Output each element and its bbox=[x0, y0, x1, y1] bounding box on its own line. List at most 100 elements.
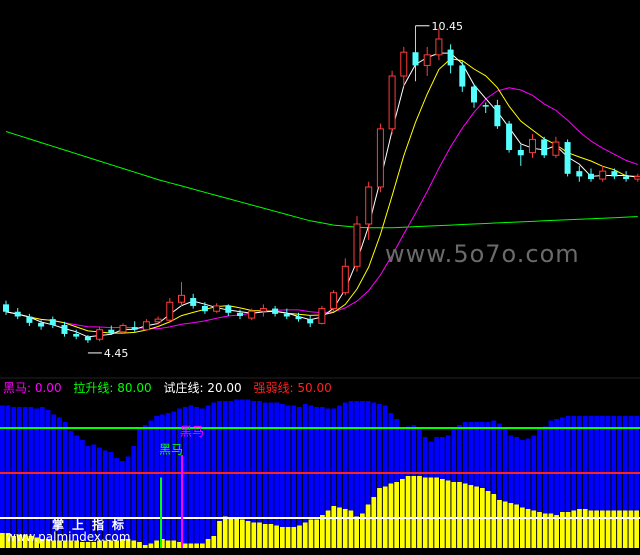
ma-line-yellow bbox=[5, 58, 638, 334]
candle-body bbox=[213, 305, 221, 312]
yellow-bar bbox=[148, 543, 154, 548]
yellow-bar bbox=[422, 477, 428, 548]
yellow-bar bbox=[594, 510, 599, 548]
yellow-bar bbox=[628, 510, 634, 548]
candle-body bbox=[166, 301, 174, 321]
yellow-bar bbox=[554, 515, 559, 548]
yellow-bar bbox=[514, 504, 519, 548]
candle-body bbox=[564, 142, 571, 174]
candle-body bbox=[447, 49, 454, 66]
ma-line-magenta bbox=[5, 87, 638, 330]
yellow-bar bbox=[531, 510, 537, 548]
candle-body bbox=[237, 312, 243, 316]
candle-body bbox=[576, 171, 583, 177]
yellow-bar bbox=[262, 524, 268, 548]
candle-body bbox=[259, 308, 267, 312]
yellow-bar bbox=[365, 504, 371, 548]
candle-body bbox=[154, 318, 162, 323]
palm-url-label: www.palmindex.com bbox=[6, 530, 131, 544]
yellow-bar bbox=[440, 479, 445, 548]
yellow-bar bbox=[274, 525, 279, 548]
candle-body bbox=[611, 171, 618, 177]
blue-bar bbox=[45, 410, 51, 548]
yellow-bar bbox=[354, 516, 359, 548]
candle-body bbox=[49, 319, 56, 325]
legend-heima: 黑马: 0.00 bbox=[3, 381, 62, 395]
candle-body bbox=[435, 38, 443, 56]
yellow-bar bbox=[508, 503, 514, 548]
yellow-bar bbox=[142, 545, 148, 548]
signal-label-magenta: 黑马 bbox=[180, 425, 204, 439]
candle-body bbox=[388, 75, 396, 130]
blue-bar bbox=[211, 402, 217, 548]
candle-body bbox=[14, 311, 21, 317]
candle-body bbox=[341, 265, 349, 294]
legend-shizhuang: 试庄线: 20.00 bbox=[163, 381, 242, 395]
high-price-label: 10.45 bbox=[432, 20, 464, 33]
yellow-bar bbox=[171, 540, 177, 548]
yellow-bar bbox=[600, 510, 605, 548]
yellow-bar bbox=[245, 521, 251, 548]
candle-body bbox=[61, 324, 68, 334]
watermark-text: www.5o7o.com bbox=[385, 240, 580, 268]
yellow-bar bbox=[445, 480, 451, 548]
candle-body bbox=[272, 308, 279, 314]
candle-body bbox=[599, 170, 607, 180]
blue-bar bbox=[171, 411, 177, 548]
candle-body bbox=[307, 319, 314, 324]
yellow-bar bbox=[194, 543, 199, 548]
candle-body bbox=[248, 310, 256, 319]
low-price-label: 4.45 bbox=[104, 347, 128, 360]
candle-body bbox=[295, 316, 302, 320]
yellow-bar bbox=[217, 521, 222, 548]
candle-body bbox=[552, 141, 560, 156]
blue-bar bbox=[0, 405, 5, 548]
yellow-bar bbox=[485, 491, 491, 548]
candle-body bbox=[178, 294, 185, 303]
yellow-bar bbox=[622, 510, 628, 548]
candle-body bbox=[142, 321, 150, 331]
candle-body bbox=[506, 123, 513, 150]
candle-body bbox=[96, 329, 104, 340]
candle-body bbox=[412, 52, 419, 66]
candle-body bbox=[353, 223, 361, 267]
blue-bar bbox=[280, 404, 285, 548]
yellow-bar bbox=[388, 483, 394, 548]
candle-body bbox=[517, 150, 524, 156]
yellow-bar bbox=[137, 542, 142, 548]
candle-body bbox=[131, 327, 138, 330]
candle-body bbox=[283, 313, 290, 317]
candle-body bbox=[529, 138, 536, 154]
yellow-bar bbox=[617, 510, 622, 548]
blue-bar bbox=[165, 413, 171, 548]
yellow-bar bbox=[234, 518, 239, 548]
yellow-bar bbox=[634, 510, 639, 548]
yellow-bar bbox=[251, 522, 257, 548]
blue-bar bbox=[142, 425, 148, 548]
yellow-bar bbox=[491, 494, 497, 548]
legend-qiangruo: 强弱线: 50.00 bbox=[253, 381, 332, 395]
yellow-bar bbox=[302, 522, 308, 548]
ma-line-white bbox=[5, 52, 638, 338]
blue-bar bbox=[205, 405, 211, 548]
yellow-bar bbox=[462, 483, 468, 548]
yellow-bar bbox=[371, 497, 377, 548]
yellow-bar bbox=[605, 510, 611, 548]
candle-body bbox=[3, 304, 9, 312]
yellow-bar bbox=[268, 524, 274, 548]
yellow-bar bbox=[502, 501, 508, 548]
candle-body bbox=[201, 305, 208, 312]
yellow-bar bbox=[188, 543, 194, 548]
yellow-bar bbox=[257, 522, 262, 548]
yellow-bar bbox=[520, 507, 525, 548]
blue-bar bbox=[131, 446, 137, 548]
blue-bar bbox=[154, 416, 159, 548]
yellow-bar bbox=[165, 540, 171, 548]
candle-body bbox=[588, 173, 594, 180]
signal-label-green: 黑马 bbox=[159, 443, 183, 457]
candle-body bbox=[119, 324, 127, 333]
candle-body bbox=[482, 105, 489, 107]
blue-bar bbox=[285, 405, 291, 548]
yellow-bar bbox=[400, 479, 405, 548]
yellow-bar bbox=[182, 543, 188, 548]
